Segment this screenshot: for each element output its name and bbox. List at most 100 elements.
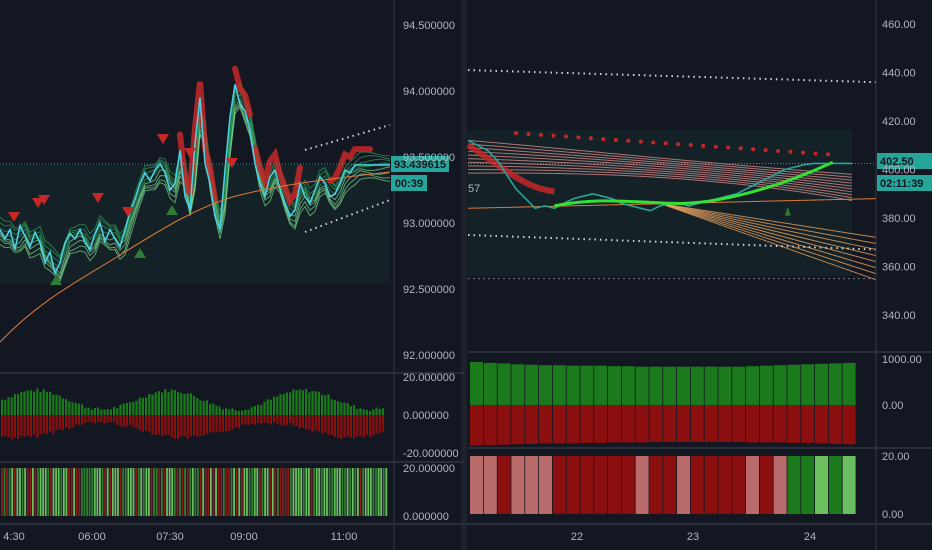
osc-bar-down — [253, 415, 256, 426]
flow-bar-down — [828, 405, 842, 444]
volume-bar — [287, 468, 290, 516]
osc-bar-up — [122, 403, 125, 415]
flow-bar-up — [525, 364, 539, 405]
strength-bar — [608, 456, 621, 514]
osc-bar-up — [199, 400, 202, 415]
osc-bar-up — [225, 408, 228, 415]
right-y-tick: 340.00 — [882, 310, 916, 322]
osc-bar-down — [87, 415, 90, 422]
osc-bar-up — [49, 391, 52, 415]
osc-bar-up — [17, 394, 20, 415]
flow-bar-up — [746, 366, 759, 405]
flow-bar-up — [566, 365, 580, 405]
volume-bar — [199, 468, 202, 516]
osc-bar-down — [285, 415, 288, 426]
osc-bar-up — [221, 409, 224, 415]
osc-bar-down — [349, 415, 352, 438]
left-x-tick: 09:00 — [230, 531, 258, 543]
osc-bar-down — [375, 415, 378, 434]
osc-bar-up — [186, 393, 189, 415]
osc-bar-down — [100, 415, 103, 423]
flow-bar-down — [552, 405, 566, 444]
osc-bar-up — [189, 393, 192, 415]
osc-bar-up — [321, 394, 324, 415]
osc-bar-down — [228, 415, 231, 432]
volume-bar — [372, 468, 375, 516]
osc-bar-down — [212, 415, 215, 433]
volume-bar — [189, 468, 192, 516]
flow-bar-up — [759, 365, 773, 405]
osc-bar-up — [231, 408, 234, 415]
volume-bar — [259, 468, 261, 516]
sar-dot — [601, 137, 606, 142]
strength-bar — [566, 456, 580, 514]
osc-bar-up — [39, 391, 42, 415]
osc-bar-up — [295, 390, 298, 415]
osc-bar-up — [250, 407, 253, 415]
volume-bar — [99, 468, 101, 516]
osc-bar-down — [189, 415, 192, 437]
osc-bar-up — [29, 390, 32, 415]
flow-bar-up — [704, 366, 718, 405]
strength-bar — [787, 456, 801, 514]
osc-bar-up — [125, 402, 128, 415]
flow-bar-up — [497, 363, 511, 405]
osc-bar-down — [71, 415, 74, 429]
osc-bar-down — [125, 415, 128, 427]
strength-bar — [746, 456, 759, 514]
volume-bar — [39, 468, 42, 516]
sar-dot — [563, 134, 568, 139]
osc-bar-up — [202, 401, 205, 415]
volume-bar — [191, 468, 194, 516]
osc-bar-up — [100, 409, 103, 415]
osc-bar-down — [250, 415, 253, 424]
volume-bar — [80, 468, 83, 516]
volume-bar — [315, 468, 318, 516]
volume-bar — [179, 468, 181, 516]
osc-bar-down — [77, 415, 80, 425]
osc-bar-up — [61, 398, 64, 415]
strength-bar — [497, 456, 511, 514]
flow-bar-down — [704, 405, 718, 442]
osc-bar-down — [269, 415, 272, 425]
osc-bar-up — [106, 409, 109, 415]
flow-bar-down — [621, 405, 635, 443]
osc-bar-up — [145, 397, 148, 415]
sar-dot — [576, 135, 581, 140]
volume-bar — [13, 468, 16, 516]
volume-bar — [117, 468, 119, 516]
volume-bar — [253, 468, 256, 516]
osc-bar-down — [10, 415, 13, 440]
flow-bar-down — [635, 405, 649, 443]
volume-bar — [132, 468, 135, 516]
volume-bar — [331, 468, 334, 516]
osc-bar-down — [273, 415, 276, 423]
osc-bar-up — [65, 399, 68, 415]
osc-bar-down — [20, 415, 23, 437]
volume-bar — [21, 468, 24, 516]
flow-bar-down — [511, 405, 525, 445]
osc-bar-up — [314, 391, 317, 415]
volume-bar — [194, 468, 197, 516]
volume-bar — [181, 468, 184, 516]
flow-bar-down — [594, 405, 608, 443]
osc-bar-up — [340, 402, 343, 415]
osc-bar-up — [212, 403, 215, 415]
volume-bar — [248, 468, 251, 516]
volume-bar — [44, 468, 47, 516]
osc-bar-up — [119, 404, 122, 415]
osc-bar-down — [164, 415, 167, 435]
osc-bar-up — [157, 391, 160, 415]
strength-bar — [842, 456, 856, 514]
osc-bar-down — [36, 415, 39, 438]
volume-bar — [207, 468, 210, 516]
volume-bar — [26, 468, 29, 516]
right-y-tick: 400.00 — [882, 165, 916, 177]
volume-bar — [359, 468, 362, 516]
osc-bar-up — [218, 406, 221, 415]
right-y-tick: 460.00 — [882, 19, 916, 31]
osc-bar-up — [356, 409, 359, 415]
osc-bar-down — [68, 415, 71, 430]
volume-bar — [184, 468, 186, 516]
volume-bar — [47, 468, 50, 516]
